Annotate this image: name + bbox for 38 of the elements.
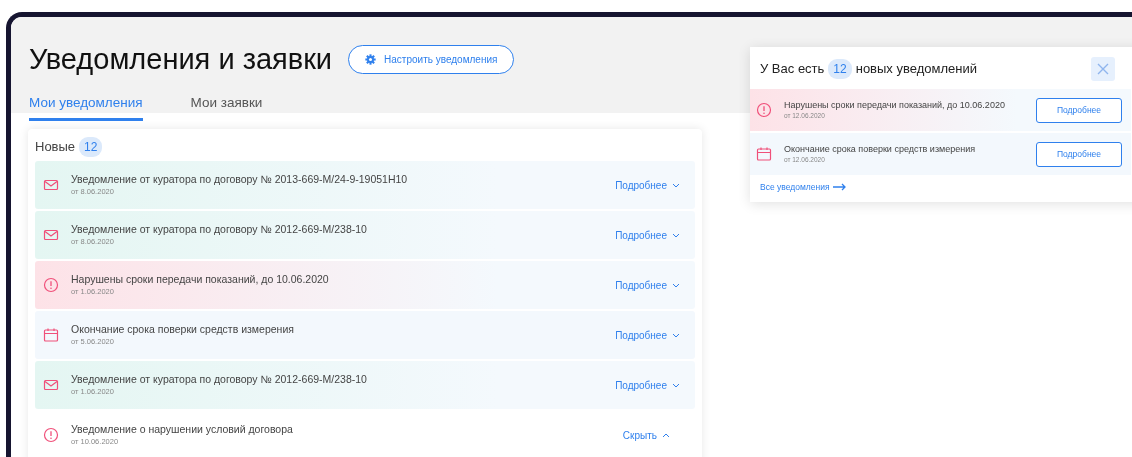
notification-title: Окончание срока поверки средств измерения — [71, 322, 295, 337]
close-button[interactable] — [1091, 57, 1115, 81]
details-toggle[interactable]: Подробнее — [615, 227, 681, 243]
details-toggle[interactable]: Подробнее — [615, 327, 681, 343]
notification-title: Уведомление от куратора по договору № 2012-669-М/238-10 — [71, 372, 368, 387]
notification-title: Уведомление о нарушении условий договора — [71, 422, 294, 437]
popup-title: новых уведомлений — [855, 60, 977, 79]
details-toggle[interactable]: Подробнее — [615, 377, 681, 393]
calendar-icon — [43, 327, 59, 343]
arrow-right-icon — [833, 183, 848, 192]
notification-title: Нарушены сроки передачи показаний, до 10.06.2020 — [71, 272, 330, 287]
details-toggle[interactable]: Скрыть — [622, 427, 671, 443]
details-toggle[interactable]: Подробнее — [615, 277, 681, 293]
tab[interactable]: Мои заявки — [190, 93, 263, 122]
tab[interactable]: Мои уведомления — [29, 93, 143, 122]
envelope-icon — [43, 177, 59, 193]
envelope-icon — [43, 227, 59, 243]
close-icon — [1096, 62, 1110, 76]
all-notifications-link[interactable]: Все уведомления — [760, 181, 848, 194]
details-button[interactable]: Подробнее — [1036, 141, 1122, 167]
section-title: Новые — [35, 138, 76, 157]
exclamation-icon — [43, 277, 59, 293]
count-badge: 12 — [79, 137, 103, 157]
notification-title: Уведомление от куратора по договору № 2013-669-М/24-9-19051Н10 — [71, 172, 409, 187]
exclamation-icon — [756, 102, 772, 118]
exclamation-icon — [43, 427, 59, 443]
page-title: Уведомления и заявки — [29, 42, 333, 77]
notification-title: Уведомление от куратора по договору № 2012-669-М/238-10 — [71, 222, 368, 237]
envelope-icon — [43, 377, 59, 393]
details-toggle[interactable]: Подробнее — [615, 177, 681, 193]
calendar-icon — [756, 146, 772, 162]
settings-button[interactable]: Настроить уведомления — [348, 44, 515, 74]
notification-title: Окончание срока поверки средств измерения — [784, 143, 977, 156]
notification-title: Нарушены сроки передачи показаний, до 10.06.2020 — [784, 99, 1006, 112]
popup-title: У Вас есть — [760, 60, 825, 79]
settings-icon — [365, 53, 377, 65]
details-button[interactable]: Подробнее — [1036, 97, 1122, 123]
count-badge: 12 — [828, 59, 852, 79]
